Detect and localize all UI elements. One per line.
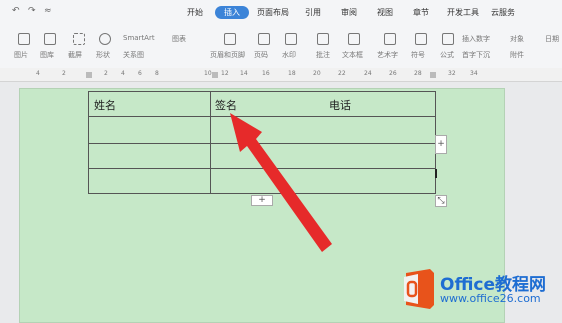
office-logo-icon bbox=[400, 269, 436, 313]
watermark-url: www.office26.com bbox=[440, 292, 541, 305]
